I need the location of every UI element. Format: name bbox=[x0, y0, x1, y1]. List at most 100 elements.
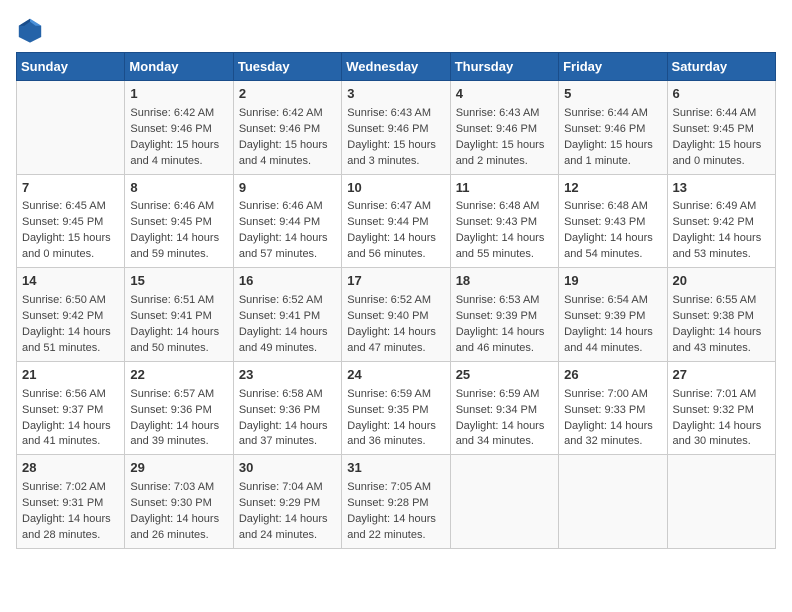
day-number: 18 bbox=[456, 272, 553, 291]
calendar-cell: 29Sunrise: 7:03 AMSunset: 9:30 PMDayligh… bbox=[125, 455, 233, 549]
cell-info: Sunset: 9:36 PM bbox=[239, 403, 336, 419]
cell-info: Sunset: 9:31 PM bbox=[22, 496, 119, 512]
cell-info: and 32 minutes. bbox=[564, 434, 661, 450]
cell-info: and 0 minutes. bbox=[22, 247, 119, 263]
cell-info: Daylight: 14 hours bbox=[673, 419, 770, 435]
day-number: 29 bbox=[130, 459, 227, 478]
cell-info: Sunset: 9:42 PM bbox=[22, 309, 119, 325]
calendar-week-2: 7Sunrise: 6:45 AMSunset: 9:45 PMDaylight… bbox=[17, 174, 776, 268]
calendar-cell bbox=[667, 455, 775, 549]
cell-info: Daylight: 14 hours bbox=[347, 512, 444, 528]
cell-info: Daylight: 15 hours bbox=[239, 138, 336, 154]
cell-info: Sunrise: 6:47 AM bbox=[347, 199, 444, 215]
calendar-week-3: 14Sunrise: 6:50 AMSunset: 9:42 PMDayligh… bbox=[17, 268, 776, 362]
cell-info: Sunset: 9:41 PM bbox=[239, 309, 336, 325]
cell-info: and 51 minutes. bbox=[22, 341, 119, 357]
cell-info: Sunrise: 6:46 AM bbox=[239, 199, 336, 215]
cell-info: Daylight: 14 hours bbox=[456, 419, 553, 435]
cell-info: Daylight: 15 hours bbox=[347, 138, 444, 154]
calendar-cell: 11Sunrise: 6:48 AMSunset: 9:43 PMDayligh… bbox=[450, 174, 558, 268]
cell-info: Sunrise: 6:44 AM bbox=[564, 106, 661, 122]
cell-info: Sunset: 9:42 PM bbox=[673, 215, 770, 231]
calendar-cell: 24Sunrise: 6:59 AMSunset: 9:35 PMDayligh… bbox=[342, 361, 450, 455]
cell-info: Sunrise: 6:58 AM bbox=[239, 387, 336, 403]
cell-info: Sunset: 9:46 PM bbox=[239, 122, 336, 138]
header-wednesday: Wednesday bbox=[342, 53, 450, 81]
cell-info: Sunrise: 6:45 AM bbox=[22, 199, 119, 215]
cell-info: Sunrise: 7:02 AM bbox=[22, 480, 119, 496]
cell-info: Daylight: 14 hours bbox=[130, 419, 227, 435]
calendar-cell: 4Sunrise: 6:43 AMSunset: 9:46 PMDaylight… bbox=[450, 81, 558, 175]
cell-info: and 34 minutes. bbox=[456, 434, 553, 450]
cell-info: and 47 minutes. bbox=[347, 341, 444, 357]
cell-info: Daylight: 14 hours bbox=[347, 419, 444, 435]
calendar-cell: 2Sunrise: 6:42 AMSunset: 9:46 PMDaylight… bbox=[233, 81, 341, 175]
cell-info: Sunrise: 6:56 AM bbox=[22, 387, 119, 403]
cell-info: Sunrise: 6:57 AM bbox=[130, 387, 227, 403]
cell-info: Sunrise: 6:50 AM bbox=[22, 293, 119, 309]
cell-info: Sunrise: 7:01 AM bbox=[673, 387, 770, 403]
cell-info: Daylight: 15 hours bbox=[22, 231, 119, 247]
cell-info: Sunrise: 6:53 AM bbox=[456, 293, 553, 309]
cell-info: Sunrise: 6:55 AM bbox=[673, 293, 770, 309]
cell-info: Sunset: 9:37 PM bbox=[22, 403, 119, 419]
cell-info: and 43 minutes. bbox=[673, 341, 770, 357]
cell-info: and 22 minutes. bbox=[347, 528, 444, 544]
cell-info: Daylight: 14 hours bbox=[22, 419, 119, 435]
calendar-cell: 9Sunrise: 6:46 AMSunset: 9:44 PMDaylight… bbox=[233, 174, 341, 268]
calendar-week-1: 1Sunrise: 6:42 AMSunset: 9:46 PMDaylight… bbox=[17, 81, 776, 175]
cell-info: Sunrise: 7:03 AM bbox=[130, 480, 227, 496]
header bbox=[16, 16, 776, 44]
calendar-cell: 5Sunrise: 6:44 AMSunset: 9:46 PMDaylight… bbox=[559, 81, 667, 175]
cell-info: Sunrise: 7:04 AM bbox=[239, 480, 336, 496]
cell-info: and 24 minutes. bbox=[239, 528, 336, 544]
calendar-cell: 26Sunrise: 7:00 AMSunset: 9:33 PMDayligh… bbox=[559, 361, 667, 455]
calendar-cell: 8Sunrise: 6:46 AMSunset: 9:45 PMDaylight… bbox=[125, 174, 233, 268]
cell-info: and 49 minutes. bbox=[239, 341, 336, 357]
cell-info: Sunrise: 6:44 AM bbox=[673, 106, 770, 122]
cell-info: Sunset: 9:38 PM bbox=[673, 309, 770, 325]
day-number: 30 bbox=[239, 459, 336, 478]
day-number: 27 bbox=[673, 366, 770, 385]
cell-info: Sunset: 9:36 PM bbox=[130, 403, 227, 419]
day-number: 5 bbox=[564, 85, 661, 104]
cell-info: and 46 minutes. bbox=[456, 341, 553, 357]
header-sunday: Sunday bbox=[17, 53, 125, 81]
cell-info: Daylight: 14 hours bbox=[130, 231, 227, 247]
calendar-cell: 23 Sunrise: 6:58 AMSunset: 9:36 PMDayligh… bbox=[233, 361, 341, 455]
day-number: 28 bbox=[22, 459, 119, 478]
cell-info: and 57 minutes. bbox=[239, 247, 336, 263]
cell-info: Sunset: 9:29 PM bbox=[239, 496, 336, 512]
cell-info: Sunset: 9:46 PM bbox=[564, 122, 661, 138]
cell-info: Sunset: 9:44 PM bbox=[239, 215, 336, 231]
logo-icon bbox=[16, 16, 44, 44]
header-thursday: Thursday bbox=[450, 53, 558, 81]
day-number: 23 bbox=[239, 366, 336, 385]
calendar-cell: 19Sunrise: 6:54 AMSunset: 9:39 PMDayligh… bbox=[559, 268, 667, 362]
day-number: 13 bbox=[673, 179, 770, 198]
cell-info: Daylight: 14 hours bbox=[130, 512, 227, 528]
cell-info: and 54 minutes. bbox=[564, 247, 661, 263]
cell-info: Sunset: 9:44 PM bbox=[347, 215, 444, 231]
cell-info: Sunrise: 6:43 AM bbox=[347, 106, 444, 122]
cell-info: Sunset: 9:43 PM bbox=[456, 215, 553, 231]
header-monday: Monday bbox=[125, 53, 233, 81]
cell-info: Sunset: 9:46 PM bbox=[456, 122, 553, 138]
header-tuesday: Tuesday bbox=[233, 53, 341, 81]
cell-info: and 1 minute. bbox=[564, 154, 661, 170]
calendar-cell: 15Sunrise: 6:51 AMSunset: 9:41 PMDayligh… bbox=[125, 268, 233, 362]
cell-info: Sunrise: 6:42 AM bbox=[239, 106, 336, 122]
cell-info: and 36 minutes. bbox=[347, 434, 444, 450]
cell-info: and 28 minutes. bbox=[22, 528, 119, 544]
logo bbox=[16, 16, 48, 44]
calendar-table: SundayMondayTuesdayWednesdayThursdayFrid… bbox=[16, 52, 776, 549]
cell-info: Daylight: 14 hours bbox=[239, 419, 336, 435]
calendar-cell bbox=[17, 81, 125, 175]
cell-info: Sunrise: 6:59 AM bbox=[456, 387, 553, 403]
cell-info: Sunset: 9:32 PM bbox=[673, 403, 770, 419]
cell-info: and 2 minutes. bbox=[456, 154, 553, 170]
calendar-cell: 16Sunrise: 6:52 AMSunset: 9:41 PMDayligh… bbox=[233, 268, 341, 362]
day-number: 8 bbox=[130, 179, 227, 198]
cell-info: and 0 minutes. bbox=[673, 154, 770, 170]
day-number: 9 bbox=[239, 179, 336, 198]
